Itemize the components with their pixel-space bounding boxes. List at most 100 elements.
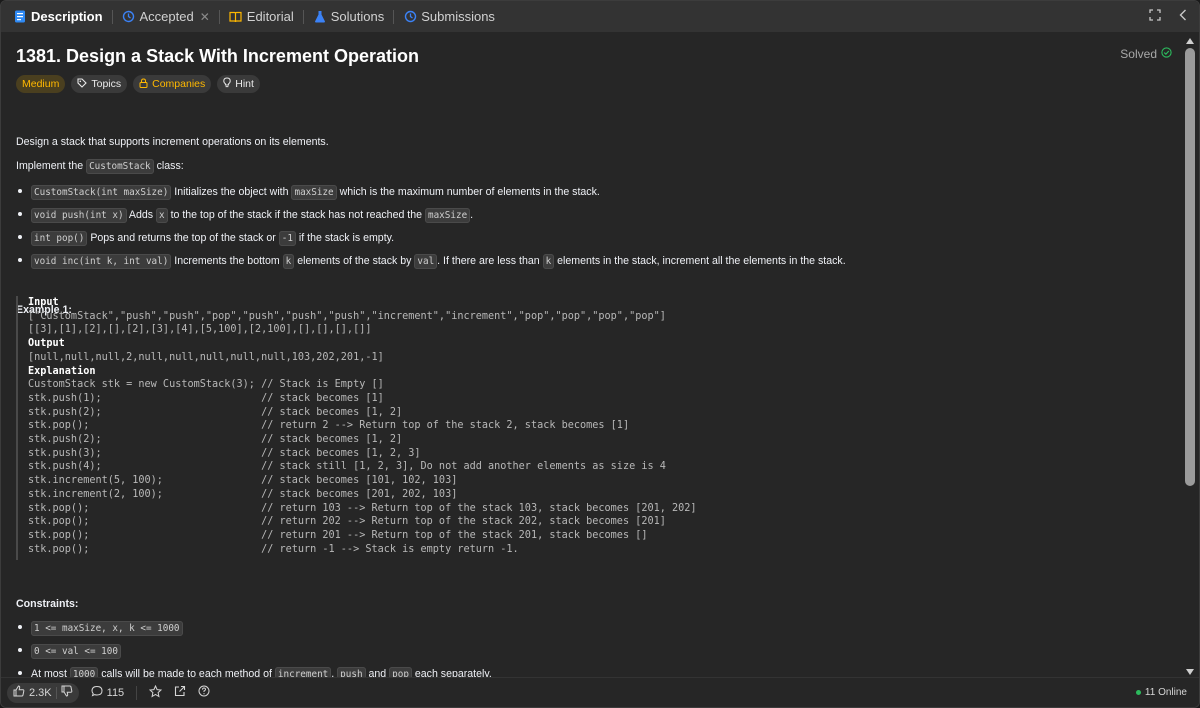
companies-label: Companies [152, 78, 206, 90]
likes-count: 2.3K [29, 686, 52, 699]
tab-divider [302, 9, 304, 24]
scroll-down-arrow[interactable] [1186, 669, 1194, 675]
topics-button[interactable]: Topics [71, 75, 128, 93]
input-label: Input [28, 297, 59, 308]
collapse-icon[interactable] [1175, 7, 1191, 23]
bullet-dot [18, 671, 22, 676]
list-item: CustomStack(int maxSize) Initializes the… [16, 185, 600, 200]
inline-code: -1 [278, 231, 296, 246]
inline-code: void push(int x) [31, 208, 127, 223]
book-icon [229, 10, 243, 24]
close-icon[interactable]: ✕ [200, 10, 210, 24]
input-line: [[3],[1],[2],[],[2],[3],[4],[5,100],[2,1… [28, 324, 372, 336]
tab-submissions-label: Submissions [421, 9, 495, 24]
online-dot [1135, 690, 1141, 695]
tab-divider [218, 9, 220, 24]
example-block: Input ["CustomStack","push","push","pop"… [16, 296, 1166, 560]
favorite-button[interactable] [149, 684, 163, 701]
topics-label: Topics [91, 78, 122, 90]
input-line: ["CustomStack","push","push","pop","push… [28, 310, 666, 322]
inline-code: x [156, 208, 168, 223]
tab-editorial-label: Editorial [246, 9, 294, 24]
online-count: 11 Online [1144, 687, 1187, 698]
bullet-dot [18, 625, 22, 630]
explanation-line: stk.push(2); // stack becomes [1, 2] [28, 406, 403, 418]
implement-text: Implement the CustomStack class: [16, 159, 184, 174]
tab-bar: Description Accepted ✕ Editorial Solutio… [1, 1, 1199, 32]
inline-code: maxSize [291, 185, 337, 200]
share-icon [174, 685, 186, 700]
inline-code: k [542, 254, 555, 269]
tab-accepted-label: Accepted [139, 9, 194, 24]
bullet-dot [18, 258, 22, 263]
output-label: Output [28, 338, 65, 350]
explanation-line: stk.push(1); // stack becomes [1] [28, 392, 384, 404]
solved-label: Solved [1120, 47, 1157, 61]
help-button[interactable] [198, 685, 210, 700]
lightbulb-icon [223, 77, 231, 91]
explanation-line: stk.increment(5, 100); // stack becomes … [28, 475, 458, 487]
scroll-up-arrow[interactable] [1186, 38, 1194, 44]
list-item: 0 <= val <= 100 [16, 644, 121, 659]
comments-button[interactable]: 115 [91, 685, 124, 700]
solved-status: Solved [1120, 47, 1172, 61]
description-content: 1381. Design a Stack With Increment Oper… [1, 32, 1185, 679]
vote-group: 2.3K [7, 682, 79, 703]
hint-button[interactable]: Hint [217, 75, 260, 93]
tab-submissions[interactable]: Submissions [397, 5, 501, 29]
check-circle-icon [1161, 47, 1172, 61]
problem-panel: Description Accepted ✕ Editorial Solutio… [0, 0, 1200, 708]
inline-code: val [414, 254, 438, 269]
tab-divider [111, 9, 113, 24]
explanation-line: CustomStack stk = new CustomStack(3); //… [28, 379, 384, 391]
explanation-line: stk.push(2); // stack becomes [1, 2] [28, 434, 403, 446]
tab-editorial[interactable]: Editorial [223, 5, 300, 29]
inline-code: 0 <= val <= 100 [31, 644, 121, 659]
panel-controls [1147, 7, 1191, 23]
inline-code: k [282, 254, 295, 269]
inline-code: CustomStack [86, 159, 154, 174]
intro-text: Design a stack that supports increment o… [16, 136, 329, 148]
lock-icon [139, 77, 148, 91]
tab-solutions[interactable]: Solutions [307, 5, 390, 29]
inline-code: int pop() [31, 231, 88, 246]
online-indicator: 11 Online [1135, 687, 1187, 698]
thumbs-down-icon[interactable] [61, 685, 73, 700]
companies-button[interactable]: Companies [133, 75, 212, 93]
explanation-line: stk.pop(); // return 103 --> Return top … [28, 502, 697, 514]
inline-code: maxSize [424, 208, 471, 223]
explanation-line: stk.increment(2, 100); // stack becomes … [28, 488, 458, 500]
example-code: Input ["CustomStack","push","push","pop"… [28, 296, 1166, 556]
tab-description[interactable]: Description [7, 5, 109, 29]
star-icon [149, 684, 163, 701]
history-icon [403, 10, 417, 24]
inline-code: void inc(int k, int val) [31, 254, 172, 269]
description-icon [13, 10, 27, 24]
flask-icon [313, 10, 327, 24]
output-line: [null,null,null,2,null,null,null,null,nu… [28, 351, 384, 363]
bullet-dot [18, 212, 22, 217]
share-button[interactable] [174, 685, 186, 700]
scrollbar-thumb[interactable] [1185, 48, 1195, 486]
explanation-label: Explanation [28, 365, 96, 377]
difficulty-label: Medium [22, 78, 60, 90]
footer-divider [136, 685, 138, 700]
hint-label: Hint [235, 78, 254, 90]
list-item: void inc(int k, int val) Increments the … [16, 254, 846, 269]
bullet-dot [18, 189, 22, 194]
vertical-scrollbar[interactable] [1183, 32, 1197, 679]
explanation-line: stk.push(4); // stack still [1, 2, 3], D… [28, 461, 666, 473]
difficulty-badge: Medium [16, 75, 66, 93]
constraints-heading: Constraints: [16, 598, 79, 610]
comment-icon [91, 685, 103, 700]
list-item: 1 <= maxSize, x, k <= 1000 [16, 621, 183, 636]
tab-accepted[interactable]: Accepted ✕ [116, 5, 216, 29]
problem-tags: Medium Topics Companies Hint [16, 75, 260, 93]
help-icon [198, 685, 210, 700]
tag-icon [77, 77, 88, 91]
bullet-dot [18, 235, 22, 240]
fullscreen-icon[interactable] [1147, 7, 1163, 23]
bullet-dot [18, 648, 22, 653]
thumbs-up-icon[interactable] [13, 685, 25, 700]
inline-code: 1 <= maxSize, x, k <= 1000 [31, 621, 183, 636]
